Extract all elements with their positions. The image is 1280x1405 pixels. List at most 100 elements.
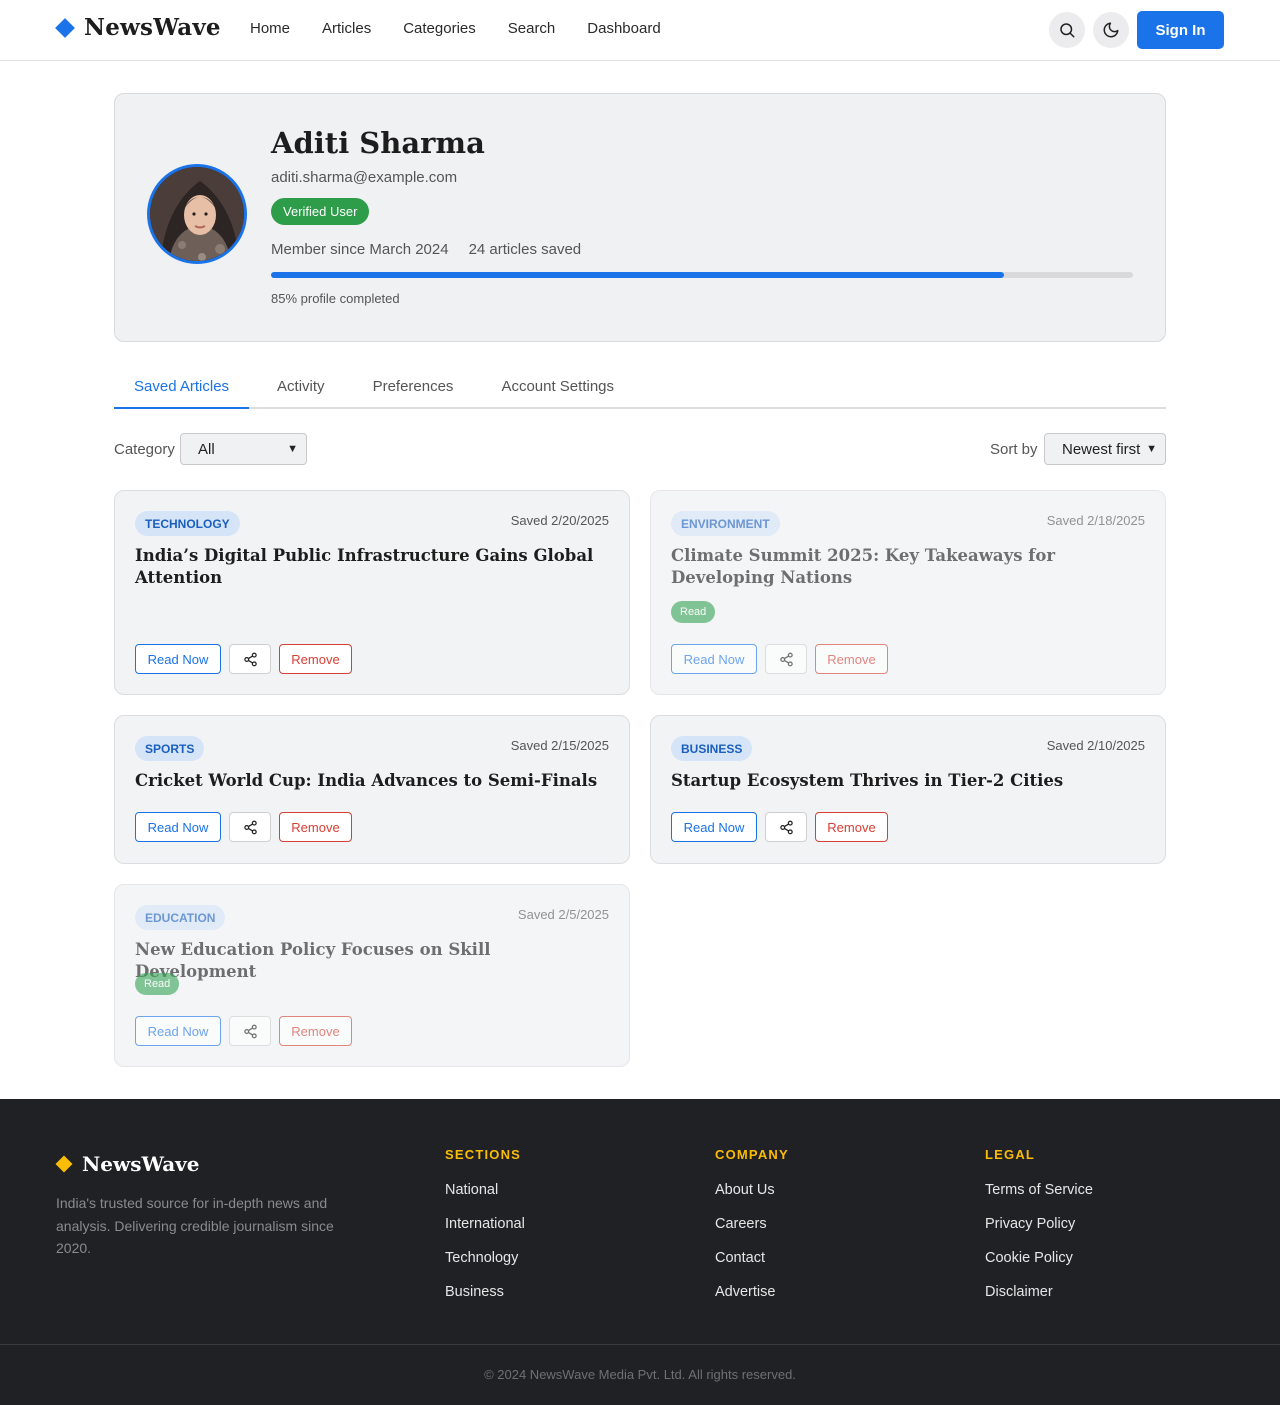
profile-tabs: Saved Articles Activity Preferences Acco…	[114, 366, 1166, 409]
sort-select-value: Newest first	[1062, 440, 1141, 458]
nav-articles[interactable]: Articles	[322, 20, 371, 38]
brand-name: NewsWave	[84, 14, 221, 41]
profile-progress-fill	[271, 272, 1004, 278]
footer-heading: LEGAL	[985, 1147, 1036, 1162]
articles-saved-count: 24 articles saved	[468, 241, 582, 258]
remove-button[interactable]: Remove	[815, 644, 888, 674]
footer-link-technology[interactable]: Technology	[445, 1249, 525, 1267]
footer-column-legal: LEGAL Terms of Service Privacy Policy Co…	[985, 1147, 1093, 1317]
footer-brand-name: NewsWave	[82, 1152, 200, 1176]
article-title[interactable]: New Education Policy Focuses on Skill De…	[135, 939, 611, 983]
footer-link-advertise[interactable]: Advertise	[715, 1283, 789, 1301]
saved-date: Saved 2/18/2025	[1046, 513, 1145, 528]
category-tag: ENVIRONMENT	[671, 511, 780, 536]
diamond-logo-icon	[55, 17, 75, 38]
share-button[interactable]	[765, 812, 807, 842]
footer-column-company: COMPANY About Us Careers Contact Adverti…	[715, 1147, 789, 1317]
read-now-button[interactable]: Read Now	[135, 644, 221, 674]
read-now-button[interactable]: Read Now	[671, 812, 757, 842]
article-title[interactable]: Cricket World Cup: India Advances to Sem…	[135, 770, 611, 792]
verified-badge: Verified User	[271, 198, 370, 225]
profile-progress-bar	[271, 272, 1133, 278]
member-since: Member since March 2024	[271, 241, 449, 258]
category-tag: BUSINESS	[671, 736, 753, 761]
search-icon	[1060, 23, 1075, 38]
avatar	[147, 164, 247, 264]
category-select-value: All	[198, 440, 215, 458]
saved-date: Saved 2/20/2025	[510, 513, 609, 528]
footer-link-terms[interactable]: Terms of Service	[985, 1181, 1093, 1199]
footer-heading: SECTIONS	[445, 1147, 522, 1162]
share-icon	[243, 820, 257, 834]
footer-link-privacy[interactable]: Privacy Policy	[985, 1215, 1093, 1233]
sign-in-button[interactable]: Sign In	[1137, 11, 1224, 49]
footer-heading: COMPANY	[715, 1147, 789, 1162]
main-nav: Home Articles Categories Search Dashboar…	[250, 20, 693, 38]
footer-divider	[0, 1344, 1280, 1345]
profile-progress-text: 85% profile completed	[271, 291, 400, 306]
footer-description: India's trusted source for in-depth news…	[56, 1195, 334, 1256]
footer-link-about[interactable]: About Us	[715, 1181, 789, 1199]
share-button[interactable]	[229, 644, 271, 674]
top-navbar: NewsWave Home Articles Categories Search…	[0, 0, 1280, 61]
category-filter-label: Category	[114, 441, 175, 458]
footer-link-disclaimer[interactable]: Disclaimer	[985, 1283, 1093, 1301]
read-status-badge: Read	[671, 601, 716, 623]
read-now-button[interactable]: Read Now	[671, 644, 757, 674]
tab-activity[interactable]: Activity	[257, 366, 345, 409]
share-button[interactable]	[765, 644, 807, 674]
article-card: EDUCATION Saved 2/5/2025 New Education P…	[114, 884, 630, 1067]
share-button[interactable]	[229, 1016, 271, 1046]
share-icon	[243, 1024, 257, 1038]
tab-saved-articles[interactable]: Saved Articles	[114, 366, 250, 409]
sort-select[interactable]: Newest first ▼	[1044, 433, 1166, 465]
footer-link-contact[interactable]: Contact	[715, 1249, 789, 1267]
read-now-button[interactable]: Read Now	[135, 812, 221, 842]
share-button[interactable]	[229, 812, 271, 842]
footer-link-national[interactable]: National	[445, 1181, 525, 1199]
search-button[interactable]	[1049, 12, 1085, 48]
remove-button[interactable]: Remove	[279, 644, 352, 674]
nav-search[interactable]: Search	[508, 20, 556, 38]
nav-home[interactable]: Home	[250, 20, 290, 38]
article-title[interactable]: India’s Digital Public Infrastructure Ga…	[135, 545, 611, 589]
chevron-down-icon: ▼	[1146, 443, 1157, 455]
saved-date: Saved 2/5/2025	[517, 907, 609, 922]
nav-dashboard[interactable]: Dashboard	[587, 20, 660, 38]
saved-date: Saved 2/15/2025	[510, 738, 609, 753]
footer-column-sections: SECTIONS National International Technolo…	[445, 1147, 525, 1317]
read-now-button[interactable]: Read Now	[135, 1016, 221, 1046]
footer-link-international[interactable]: International	[445, 1215, 525, 1233]
chevron-down-icon: ▼	[287, 443, 298, 455]
remove-button[interactable]: Remove	[279, 1016, 352, 1046]
remove-button[interactable]: Remove	[815, 812, 888, 842]
site-footer: NewsWave India's trusted source for in-d…	[0, 1099, 1280, 1405]
moon-icon	[1103, 22, 1119, 38]
article-card: BUSINESS Saved 2/10/2025 Startup Ecosyst…	[650, 715, 1166, 864]
tab-account-settings[interactable]: Account Settings	[481, 366, 634, 409]
brand-logo[interactable]: NewsWave	[55, 14, 221, 41]
tab-preferences[interactable]: Preferences	[353, 366, 474, 409]
footer-brand[interactable]: NewsWave	[55, 1152, 200, 1176]
footer-link-cookie[interactable]: Cookie Policy	[985, 1249, 1093, 1267]
saved-date: Saved 2/10/2025	[1046, 738, 1145, 753]
copyright-text: © 2024 NewsWave Media Pvt. Ltd. All righ…	[484, 1367, 796, 1382]
category-tag: TECHNOLOGY	[135, 511, 240, 536]
theme-toggle-button[interactable]	[1093, 12, 1129, 48]
footer-link-business[interactable]: Business	[445, 1283, 525, 1301]
footer-link-careers[interactable]: Careers	[715, 1215, 789, 1233]
share-icon	[779, 820, 793, 834]
share-icon	[243, 652, 257, 666]
profile-email: aditi.sharma@example.com	[271, 169, 458, 186]
article-title[interactable]: Climate Summit 2025: Key Takeaways for D…	[671, 545, 1147, 589]
share-icon	[779, 652, 793, 666]
profile-name: Aditi Sharma	[271, 126, 485, 160]
remove-button[interactable]: Remove	[279, 812, 352, 842]
category-select[interactable]: All ▼	[180, 433, 307, 465]
article-title[interactable]: Startup Ecosystem Thrives in Tier-2 Citi…	[671, 770, 1147, 792]
nav-categories[interactable]: Categories	[403, 20, 476, 38]
profile-card: Aditi Sharma aditi.sharma@example.com Ve…	[114, 93, 1166, 342]
article-card: ENVIRONMENT Saved 2/18/2025 Climate Summ…	[650, 490, 1166, 695]
category-tag: EDUCATION	[135, 905, 226, 930]
article-card: TECHNOLOGY Saved 2/20/2025 India’s Digit…	[114, 490, 630, 695]
